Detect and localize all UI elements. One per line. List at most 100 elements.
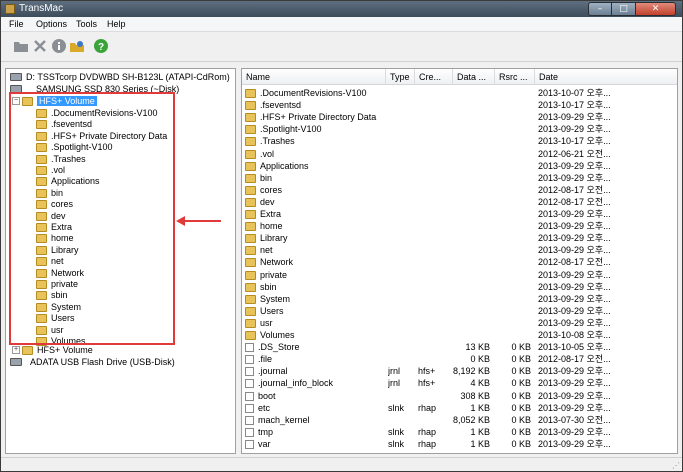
cell-data (453, 160, 490, 172)
close-button[interactable]: ✕ (636, 2, 676, 16)
tree-item-hfs-volume-2[interactable]: HFS+ Volume (22, 345, 93, 356)
table-row[interactable]: .DocumentRevisions-V100 2013-10-07 오후... (242, 87, 677, 99)
cell-date: 2013-09-29 오후... (538, 124, 611, 135)
cell-name: etc (245, 402, 386, 414)
cell-rsrc: 0 KB (511, 354, 531, 365)
folder-icon (245, 185, 256, 195)
delete-icon[interactable] (32, 38, 48, 54)
cell-rsrc (495, 87, 531, 99)
cell-type (388, 353, 415, 365)
table-row[interactable]: sbin 2013-09-29 오후... (242, 281, 677, 293)
cell-name-text: .DocumentRevisions-V100 (260, 88, 367, 98)
tree-item-label: D: TSSTcorp DVDWBD SH-B123L (ATAPI-CdRom… (26, 72, 230, 82)
cell-creator: rhap (418, 426, 437, 437)
cell-type (388, 390, 415, 402)
cell-creator (418, 293, 452, 305)
cell-data: 8,052 KB (453, 414, 490, 425)
table-row[interactable]: private 2013-09-29 오후... (242, 269, 677, 281)
column-date[interactable]: Date (535, 69, 677, 85)
menu-tools[interactable]: Tools (76, 19, 97, 29)
cell-rsrc (495, 148, 531, 160)
table-row[interactable]: bin 2013-09-29 오후... (242, 172, 677, 184)
table-row[interactable]: .file 0 KB 0 KB 2012-08-17 오전... (242, 353, 677, 365)
table-row[interactable]: net 2013-09-29 오후... (242, 244, 677, 256)
table-row[interactable]: .journal_info_block jrnl hfs+ 4 KB 0 KB 2013-… (242, 377, 677, 389)
table-row[interactable]: Volumes 2013-10-08 오후... (242, 329, 677, 341)
cell-name: .Spotlight-V100 (245, 123, 386, 135)
table-row[interactable]: Library 2013-09-29 오후... (242, 232, 677, 244)
tree-item-label: HFS+ Volume (37, 345, 93, 355)
file-icon (245, 391, 254, 401)
cell-data (453, 220, 490, 232)
table-row[interactable]: usr 2013-09-29 오후... (242, 317, 677, 329)
table-row[interactable]: .fseventsd 2013-10-17 오후... (242, 99, 677, 111)
cell-creator (418, 99, 452, 111)
cell-creator (418, 414, 452, 426)
column-rsrc-size[interactable]: Rsrc ... (495, 69, 535, 85)
column-name[interactable]: Name (242, 69, 386, 85)
tree-item-adata-usb[interactable]: ADATA USB Flash Drive (USB-Disk) (10, 357, 175, 368)
title-bar[interactable]: TransMac – □ ✕ (1, 1, 682, 17)
cell-date: 2013-09-29 오후... (538, 293, 611, 304)
expand-toggle[interactable]: + (12, 346, 20, 354)
cell-data (453, 87, 490, 99)
table-row[interactable]: Network 2012-08-17 오전... (242, 256, 677, 268)
table-row[interactable]: etc slnk rhap 1 KB 0 KB 2013-09-29 오후... (242, 402, 677, 414)
cell-rsrc: 0 KB (511, 390, 531, 401)
table-row[interactable]: .journal jrnl hfs+ 8,192 KB 0 KB 2013-09-29 오… (242, 365, 677, 377)
cell-date: 2012-08-17 오전... (538, 354, 611, 365)
folder-icon[interactable] (13, 38, 29, 54)
column-creator[interactable]: Cre... (415, 69, 453, 85)
usb-drive-icon (10, 358, 22, 366)
cell-type (388, 87, 415, 99)
table-row[interactable]: tmp slnk rhap 1 KB 0 KB 2013-09-29 오후... (242, 426, 677, 438)
column-type[interactable]: Type (386, 69, 415, 85)
tree-item-dvd-drive[interactable]: D: TSSTcorp DVDWBD SH-B123L (ATAPI-CdRom… (10, 72, 230, 83)
cell-data: 0 KB (470, 354, 490, 365)
cell-creator (418, 87, 452, 99)
folder-icon (245, 234, 256, 244)
table-row[interactable]: home 2013-09-29 오후... (242, 220, 677, 232)
folder-icon (245, 246, 256, 256)
cell-name-text: Applications (260, 160, 309, 171)
cell-name: boot (245, 390, 386, 402)
help-icon[interactable]: ? (93, 38, 109, 54)
file-list[interactable]: Name Type Cre... Data ... Rsrc ... Date … (241, 68, 678, 454)
table-row[interactable]: dev 2012-08-17 오전... (242, 196, 677, 208)
table-row[interactable]: var slnk rhap 1 KB 0 KB 2013-09-29 오후... (242, 438, 677, 450)
cell-data (453, 172, 490, 184)
menu-file[interactable]: File (9, 19, 24, 29)
info-icon[interactable] (51, 38, 67, 54)
table-row[interactable]: mach_kernel 8,052 KB 0 KB 2013-07-30 오전... (242, 414, 677, 426)
cell-rsrc (495, 196, 531, 208)
cell-date: 2013-10-17 오후... (538, 136, 611, 147)
table-row[interactable]: Extra 2013-09-29 오후... (242, 208, 677, 220)
menu-help[interactable]: Help (107, 19, 126, 29)
resize-grip[interactable]: ⋰ (672, 461, 680, 470)
file-icon (245, 343, 254, 353)
explore-icon[interactable] (69, 38, 85, 54)
table-row[interactable]: .DS_Store 13 KB 0 KB 2013-10-05 오후... (242, 341, 677, 353)
cell-type (388, 184, 415, 196)
table-row[interactable]: cores 2012-08-17 오전... (242, 184, 677, 196)
minimize-button[interactable]: – (588, 2, 612, 16)
table-row[interactable]: boot 308 KB 0 KB 2013-09-29 오후... (242, 390, 677, 402)
cell-date: 2013-09-29 오후... (538, 112, 611, 123)
maximize-button[interactable]: □ (612, 2, 636, 16)
table-row[interactable]: .Spotlight-V100 2013-09-29 오후... (242, 123, 677, 135)
table-row[interactable]: Users 2013-09-29 오후... (242, 305, 677, 317)
menu-options[interactable]: Options (36, 19, 67, 29)
table-row[interactable]: System 2013-09-29 오후... (242, 293, 677, 305)
table-row[interactable]: .vol 2012-06-21 오전... (242, 148, 677, 160)
cell-creator: rhap (418, 402, 437, 413)
table-row[interactable]: Applications 2013-09-29 오후... (242, 160, 677, 172)
column-data-size[interactable]: Data ... (453, 69, 495, 85)
table-row[interactable]: .HFS+ Private Directory Data 2013-09-29 오… (242, 111, 677, 123)
cell-name: private (245, 269, 386, 281)
annotation-box (9, 92, 175, 345)
cell-date: 2013-09-29 오후... (538, 317, 611, 328)
cell-data: 308 KB (460, 390, 490, 401)
table-row[interactable]: .Trashes 2013-10-17 오후... (242, 135, 677, 147)
cell-creator: rhap (418, 438, 437, 449)
cell-data: 13 KB (465, 342, 490, 353)
